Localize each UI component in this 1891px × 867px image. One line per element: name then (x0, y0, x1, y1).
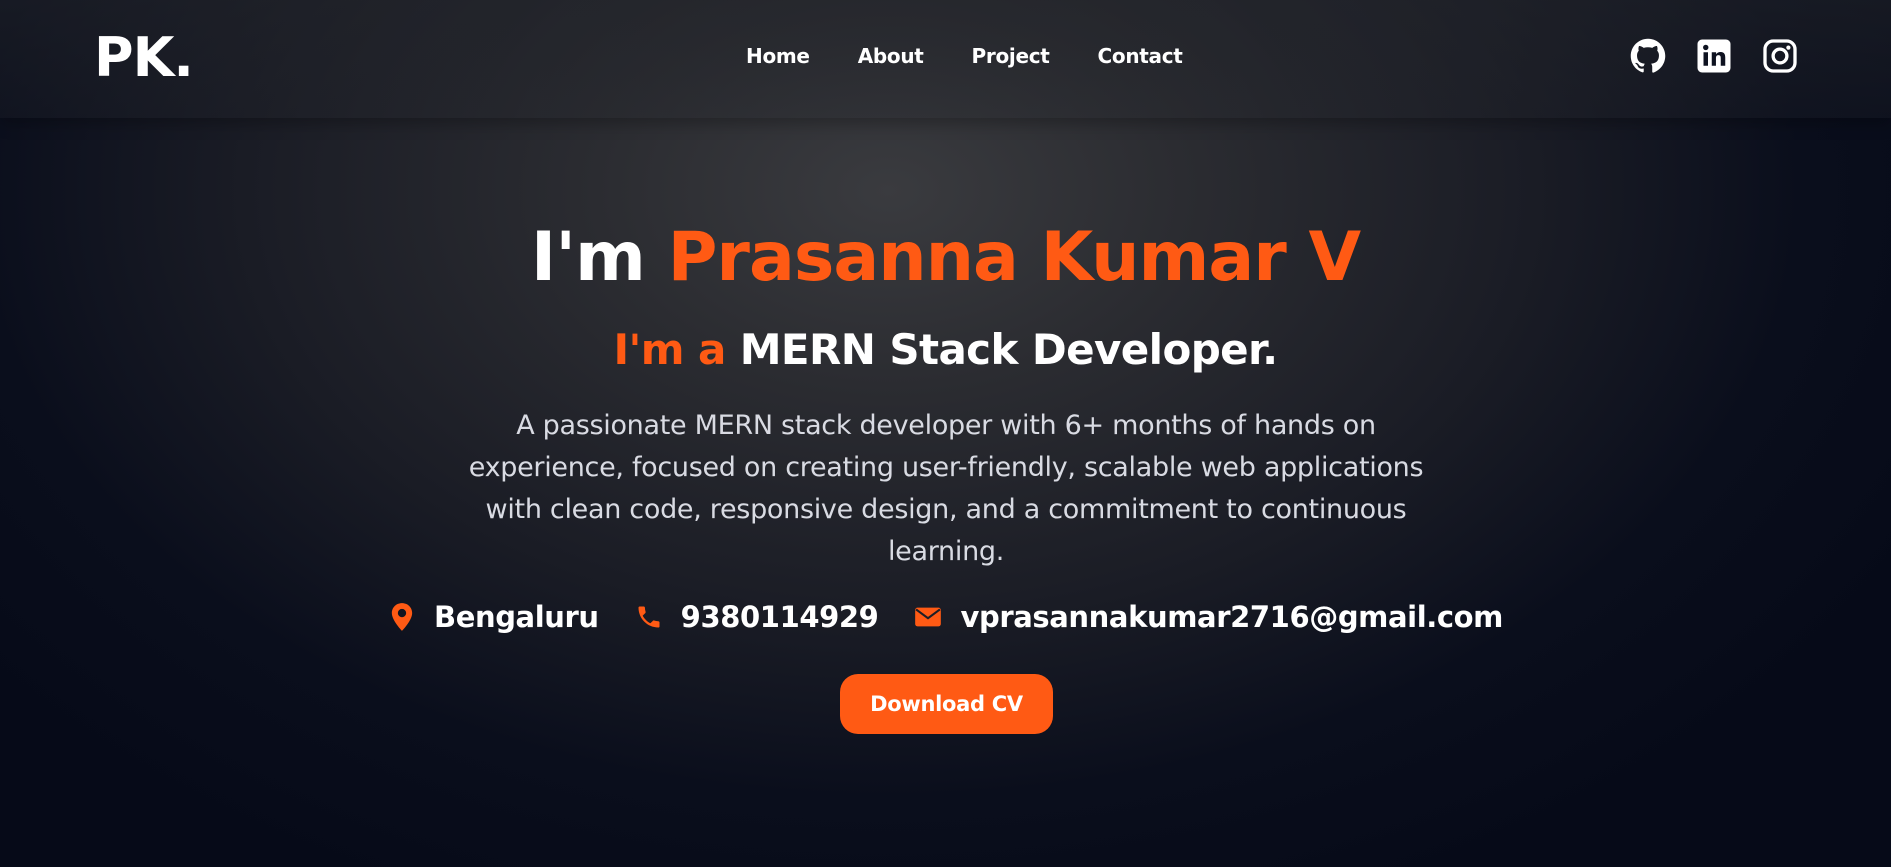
nav-link-contact[interactable]: Contact (1098, 44, 1183, 68)
hero-subtitle-prefix: I'm a (613, 325, 740, 374)
social-links (1630, 38, 1798, 74)
hero-title: I'm Prasanna Kumar V (0, 218, 1891, 298)
location-item: Bengaluru (388, 600, 599, 634)
hero-name: Prasanna Kumar V (667, 218, 1361, 297)
nav-link-home[interactable]: Home (746, 44, 810, 68)
nav-link-about[interactable]: About (858, 44, 924, 68)
hero-subtitle: I'm a MERN Stack Developer. (0, 322, 1891, 378)
instagram-icon[interactable] (1762, 38, 1798, 74)
nav-menu: Home About Project Contact (746, 44, 1183, 68)
download-cv-button[interactable]: Download CV (840, 674, 1053, 734)
email-text[interactable]: vprasannakumar2716@gmail.com (960, 600, 1503, 634)
location-text: Bengaluru (433, 600, 599, 634)
logo[interactable]: PK. (94, 26, 194, 89)
phone-text[interactable]: 9380114929 (681, 600, 879, 634)
nav-link-project[interactable]: Project (972, 44, 1050, 68)
contact-info: Bengaluru 9380114929 vprasannakumar2716@… (0, 600, 1891, 634)
linkedin-icon[interactable] (1696, 38, 1732, 74)
phone-icon (638, 606, 660, 628)
hero-role: MERN Stack Developer. (739, 325, 1278, 374)
phone-item: 9380114929 (635, 600, 879, 634)
hero-description: A passionate MERN stack developer with 6… (468, 410, 1424, 567)
envelope-icon (915, 607, 942, 627)
navbar: PK. Home About Project Contact (0, 0, 1891, 118)
hero-title-prefix: I'm (530, 218, 668, 297)
email-item: vprasannakumar2716@gmail.com (914, 600, 1503, 634)
map-pin-icon (391, 603, 413, 631)
github-icon[interactable] (1630, 38, 1666, 74)
